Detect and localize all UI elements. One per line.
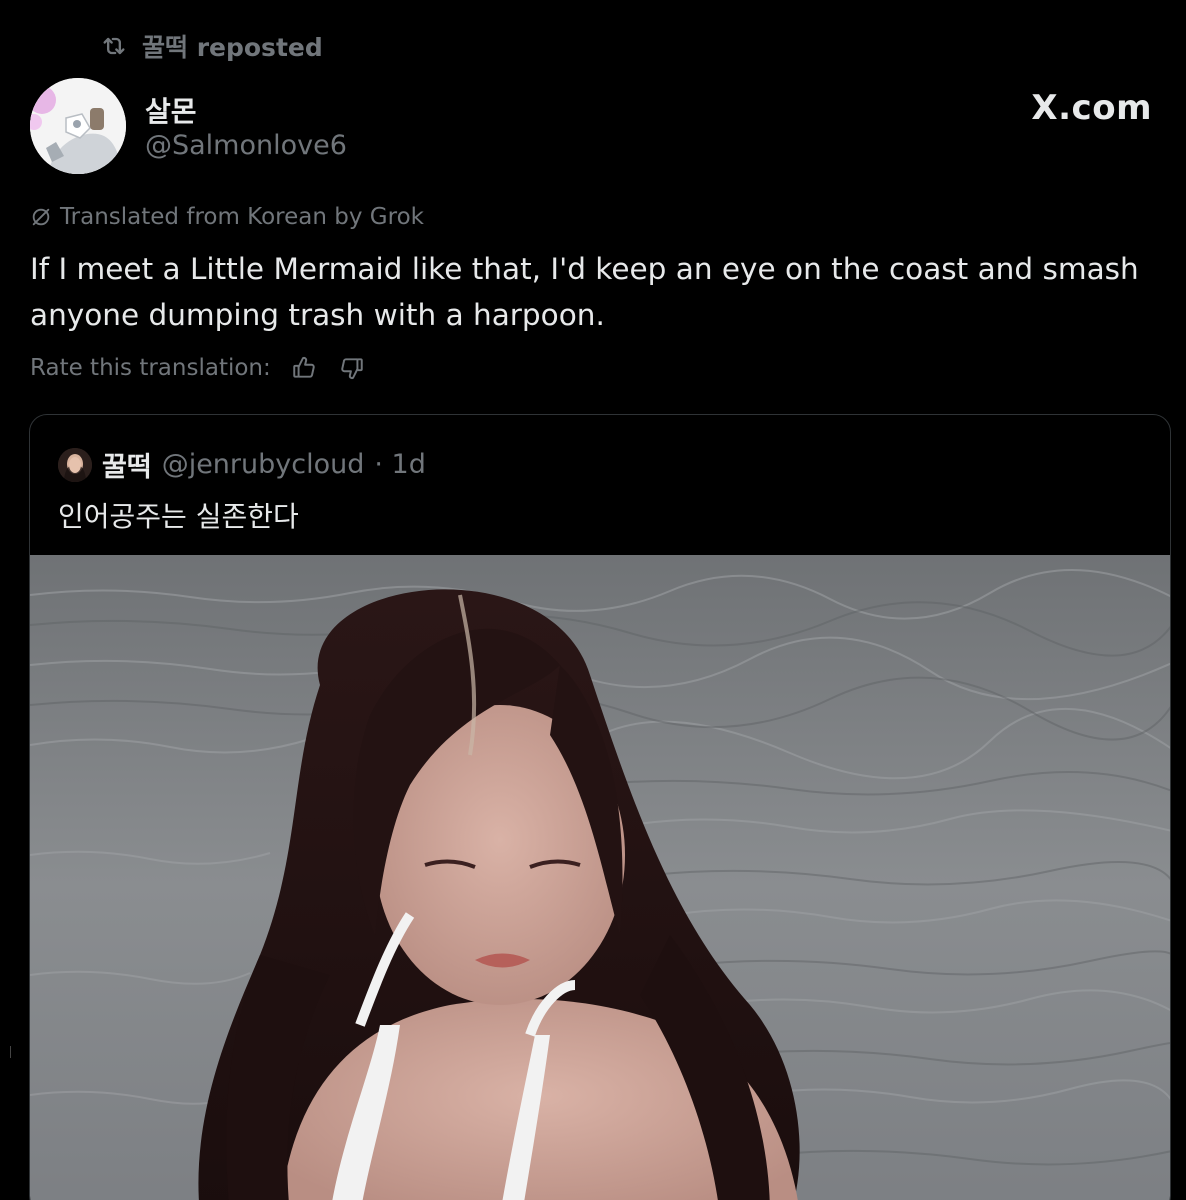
quoted-post-header: 꿀떡 @jenrubycloud · 1d — [58, 445, 426, 484]
quoted-author-name[interactable]: 꿀떡 — [102, 445, 152, 484]
rate-translation: Rate this translation: — [30, 353, 367, 383]
rate-label: Rate this translation: — [30, 355, 271, 381]
x-logo: X.com — [1031, 88, 1152, 128]
grok-icon — [30, 206, 52, 228]
thumbs-down-button[interactable] — [337, 353, 367, 383]
author-name[interactable]: 살몬 — [145, 90, 197, 130]
author-avatar[interactable] — [30, 78, 126, 174]
edge-divider — [10, 1046, 11, 1058]
quoted-author-handle[interactable]: @jenrubycloud — [162, 449, 365, 480]
quoted-post-text: 인어공주는 실존한다 — [58, 500, 299, 533]
repost-icon — [100, 32, 128, 60]
thumbs-down-icon — [341, 358, 363, 379]
translation-note: Translated from Korean by Grok — [30, 204, 424, 230]
tweet-text: If I meet a Little Mermaid like that, I'… — [30, 252, 1139, 332]
repost-indicator[interactable]: 꿀떡 reposted — [100, 28, 323, 64]
thumbs-up-button[interactable] — [289, 353, 319, 383]
repost-label: 꿀떡 reposted — [142, 33, 323, 62]
quoted-post-time[interactable]: · 1d — [374, 449, 425, 480]
quoted-post-photo[interactable] — [30, 555, 1170, 1200]
quoted-post[interactable]: 꿀떡 @jenrubycloud · 1d 인어공주는 실존한다 — [29, 414, 1171, 1200]
author-handle[interactable]: @Salmonlove6 — [145, 130, 347, 161]
thumbs-up-icon — [293, 357, 315, 378]
quoted-author-avatar[interactable] — [58, 447, 92, 482]
post-page: 꿀떡 reposted 살몬 @Salmonlove6 X.com Transl… — [0, 0, 1186, 1200]
translation-note-text: Translated from Korean by Grok — [60, 204, 424, 230]
